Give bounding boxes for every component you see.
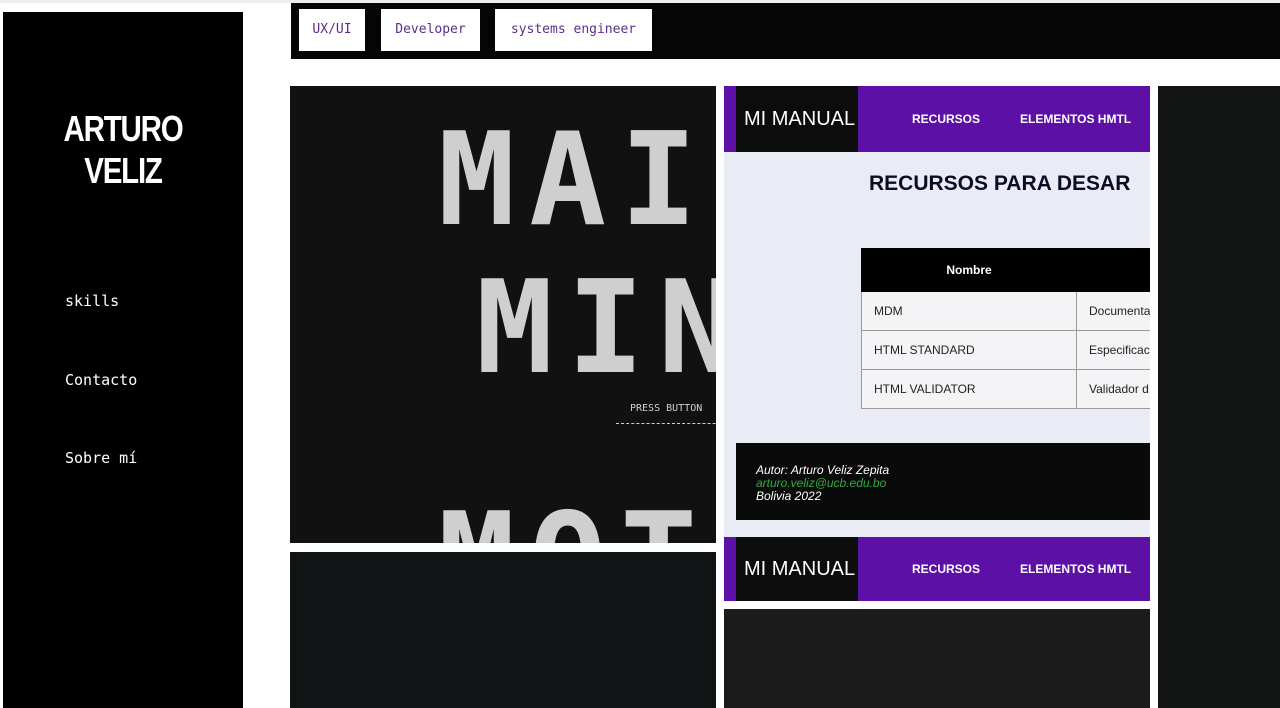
project-card-dark-1[interactable] xyxy=(290,552,716,708)
project-card-manual[interactable]: MI MANUAL RECURSOS ELEMENTOS HMTL RECURS… xyxy=(724,86,1150,600)
table-cell: HTML STANDARD xyxy=(861,330,1077,370)
arcade-title-line-1: MAI xyxy=(438,106,712,255)
project-card-dark-2[interactable] xyxy=(724,609,1150,708)
footer-email: arturo.veliz@ucb.edu.bo xyxy=(756,476,887,490)
tag-developer[interactable]: Developer xyxy=(381,9,480,51)
tag-filter-bar: UX/UI Developer systems engineer xyxy=(291,3,1280,59)
manual-logo: MI MANUAL xyxy=(736,537,858,601)
arcade-title-line-2: MIN xyxy=(476,254,716,403)
arcade-title-line-3: MOT xyxy=(438,486,711,543)
nav-item-sobre-mi[interactable]: Sobre mí xyxy=(65,449,137,467)
manual-navbar: MI MANUAL RECURSOS ELEMENTOS HMTL xyxy=(724,86,1150,152)
table-cell: MDM xyxy=(861,291,1077,331)
footer-place: Bolivia 2022 xyxy=(756,489,822,503)
table-cell: Documenta xyxy=(1076,291,1150,331)
brand-logo: ARTURO VELIZ xyxy=(63,108,184,191)
nav-item-contacto[interactable]: Contacto xyxy=(65,371,137,389)
dashed-divider xyxy=(616,423,716,424)
table-row: HTML STANDARD Especificaci xyxy=(861,330,1150,370)
manual-nav-elementos: ELEMENTOS HMTL xyxy=(1020,562,1132,576)
tag-ux-ui[interactable]: UX/UI xyxy=(299,9,365,51)
sidebar: ARTURO VELIZ skills Contacto Sobre mí xyxy=(3,12,243,708)
project-card-manual-2[interactable]: MI MANUAL RECURSOS ELEMENTOS HMTL xyxy=(724,537,1150,601)
table-row: MDM Documenta xyxy=(861,291,1150,331)
table-cell: HTML VALIDATOR xyxy=(861,369,1077,409)
resources-table: Nombre MDM Documenta HTML STANDARD Espec… xyxy=(861,248,1150,409)
press-button-text: PRESS BUTTON xyxy=(630,403,703,414)
project-card-dark-3[interactable] xyxy=(1158,86,1280,708)
table-cell: Especificaci xyxy=(1076,330,1150,370)
manual-nav-recursos: RECURSOS xyxy=(912,112,981,126)
table-cell: Validador d xyxy=(1076,369,1150,409)
table-row: HTML VALIDATOR Validador d xyxy=(861,369,1150,409)
tag-systems-engineer[interactable]: systems engineer xyxy=(495,9,652,51)
manual-nav-elementos: ELEMENTOS HMTL xyxy=(1020,112,1132,126)
table-header-2 xyxy=(1076,248,1150,292)
manual-footer: Autor: Arturo Veliz Zepita arturo.veliz@… xyxy=(736,443,1150,520)
manual-logo: MI MANUAL xyxy=(736,86,858,152)
manual-nav-recursos: RECURSOS xyxy=(912,562,981,576)
footer-author: Autor: Arturo Veliz Zepita xyxy=(756,463,890,477)
manual-navbar: MI MANUAL RECURSOS ELEMENTOS HMTL xyxy=(724,537,1150,601)
table-header-nombre: Nombre xyxy=(861,248,1077,292)
manual-page-title: RECURSOS PARA DESAR xyxy=(869,172,1131,195)
nav-item-skills[interactable]: skills xyxy=(65,292,119,310)
project-card-arcade[interactable]: MAI MIN PRESS BUTTON MOT xyxy=(290,86,716,543)
